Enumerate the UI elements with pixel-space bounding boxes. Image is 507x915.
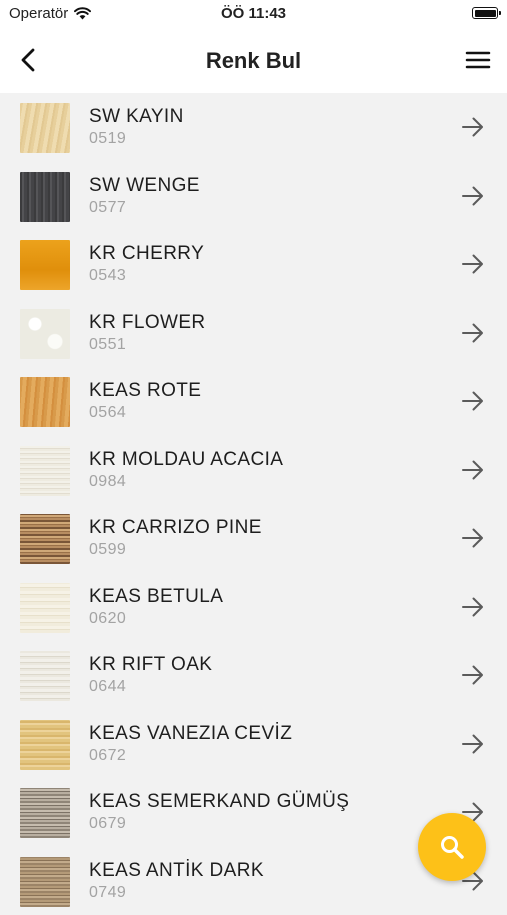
search-icon <box>439 834 465 860</box>
color-code: 0984 <box>89 473 126 491</box>
color-name: SW WENGE <box>89 175 200 197</box>
arrow-right-icon <box>461 527 485 549</box>
list-item[interactable]: KR RIFT OAK 0644 <box>0 641 507 710</box>
color-code: 0599 <box>89 541 126 559</box>
color-name: KEAS SEMERKAND GÜMÜŞ <box>89 791 349 813</box>
color-name: KR FLOWER <box>89 312 206 334</box>
battery-icon <box>472 7 498 19</box>
arrow-right-icon <box>461 116 485 138</box>
color-code: 0577 <box>89 199 126 217</box>
list-item[interactable]: KEAS ROTE 0564 <box>0 367 507 436</box>
color-name: SW KAYIN <box>89 106 184 128</box>
color-swatch <box>20 514 70 564</box>
navigation-bar: Renk Bul <box>0 28 507 93</box>
color-code: 0749 <box>89 884 126 902</box>
color-swatch <box>20 103 70 153</box>
arrow-right-icon <box>461 733 485 755</box>
color-code: 0679 <box>89 815 126 833</box>
color-swatch <box>20 720 70 770</box>
color-name: KEAS ANTİK DARK <box>89 860 264 882</box>
color-name: KEAS BETULA <box>89 586 223 608</box>
color-swatch <box>20 651 70 701</box>
status-time: ÖÖ 11:43 <box>0 5 507 22</box>
arrow-right-icon <box>461 459 485 481</box>
color-swatch <box>20 172 70 222</box>
color-name: KEAS VANEZIA CEVİZ <box>89 723 292 745</box>
color-swatch <box>20 309 70 359</box>
list-item[interactable]: SW KAYIN 0519 <box>0 93 507 162</box>
status-bar: Operatör ÖÖ 11:43 <box>0 0 507 28</box>
arrow-right-icon <box>461 322 485 344</box>
menu-button[interactable] <box>463 45 493 75</box>
arrow-right-icon <box>461 253 485 275</box>
color-code: 0551 <box>89 336 126 354</box>
color-code: 0620 <box>89 610 126 628</box>
color-swatch <box>20 240 70 290</box>
color-name: KR CHERRY <box>89 243 204 265</box>
color-swatch <box>20 583 70 633</box>
arrow-right-icon <box>461 596 485 618</box>
arrow-right-icon <box>461 185 485 207</box>
list-item[interactable]: KEAS BETULA 0620 <box>0 573 507 642</box>
color-swatch <box>20 788 70 838</box>
list-item[interactable]: SW WENGE 0577 <box>0 162 507 231</box>
list-item[interactable]: KR CARRIZO PINE 0599 <box>0 504 507 573</box>
color-code: 0564 <box>89 404 126 422</box>
search-button[interactable] <box>418 813 486 881</box>
arrow-right-icon <box>461 664 485 686</box>
color-swatch <box>20 377 70 427</box>
list-item[interactable]: KR MOLDAU ACACIA 0984 <box>0 436 507 505</box>
color-swatch <box>20 446 70 496</box>
arrow-right-icon <box>461 390 485 412</box>
back-button[interactable] <box>14 45 44 75</box>
page-title: Renk Bul <box>0 48 507 74</box>
color-list: SW KAYIN0519SW WENGE0577KR CHERRY0543KR … <box>0 93 507 915</box>
list-item[interactable]: KR CHERRY 0543 <box>0 230 507 299</box>
color-code: 0543 <box>89 267 126 285</box>
color-code: 0519 <box>89 130 126 148</box>
color-name: KEAS ROTE <box>89 380 201 402</box>
chevron-left-icon <box>14 45 44 75</box>
color-name: KR RIFT OAK <box>89 654 212 676</box>
color-name: KR CARRIZO PINE <box>89 517 262 539</box>
color-code: 0644 <box>89 678 126 696</box>
hamburger-menu-icon <box>463 45 493 75</box>
color-code: 0672 <box>89 747 126 765</box>
list-item[interactable]: KEAS VANEZIA CEVİZ 0672 <box>0 710 507 779</box>
color-swatch <box>20 857 70 907</box>
color-name: KR MOLDAU ACACIA <box>89 449 283 471</box>
list-item[interactable]: KR FLOWER 0551 <box>0 299 507 368</box>
